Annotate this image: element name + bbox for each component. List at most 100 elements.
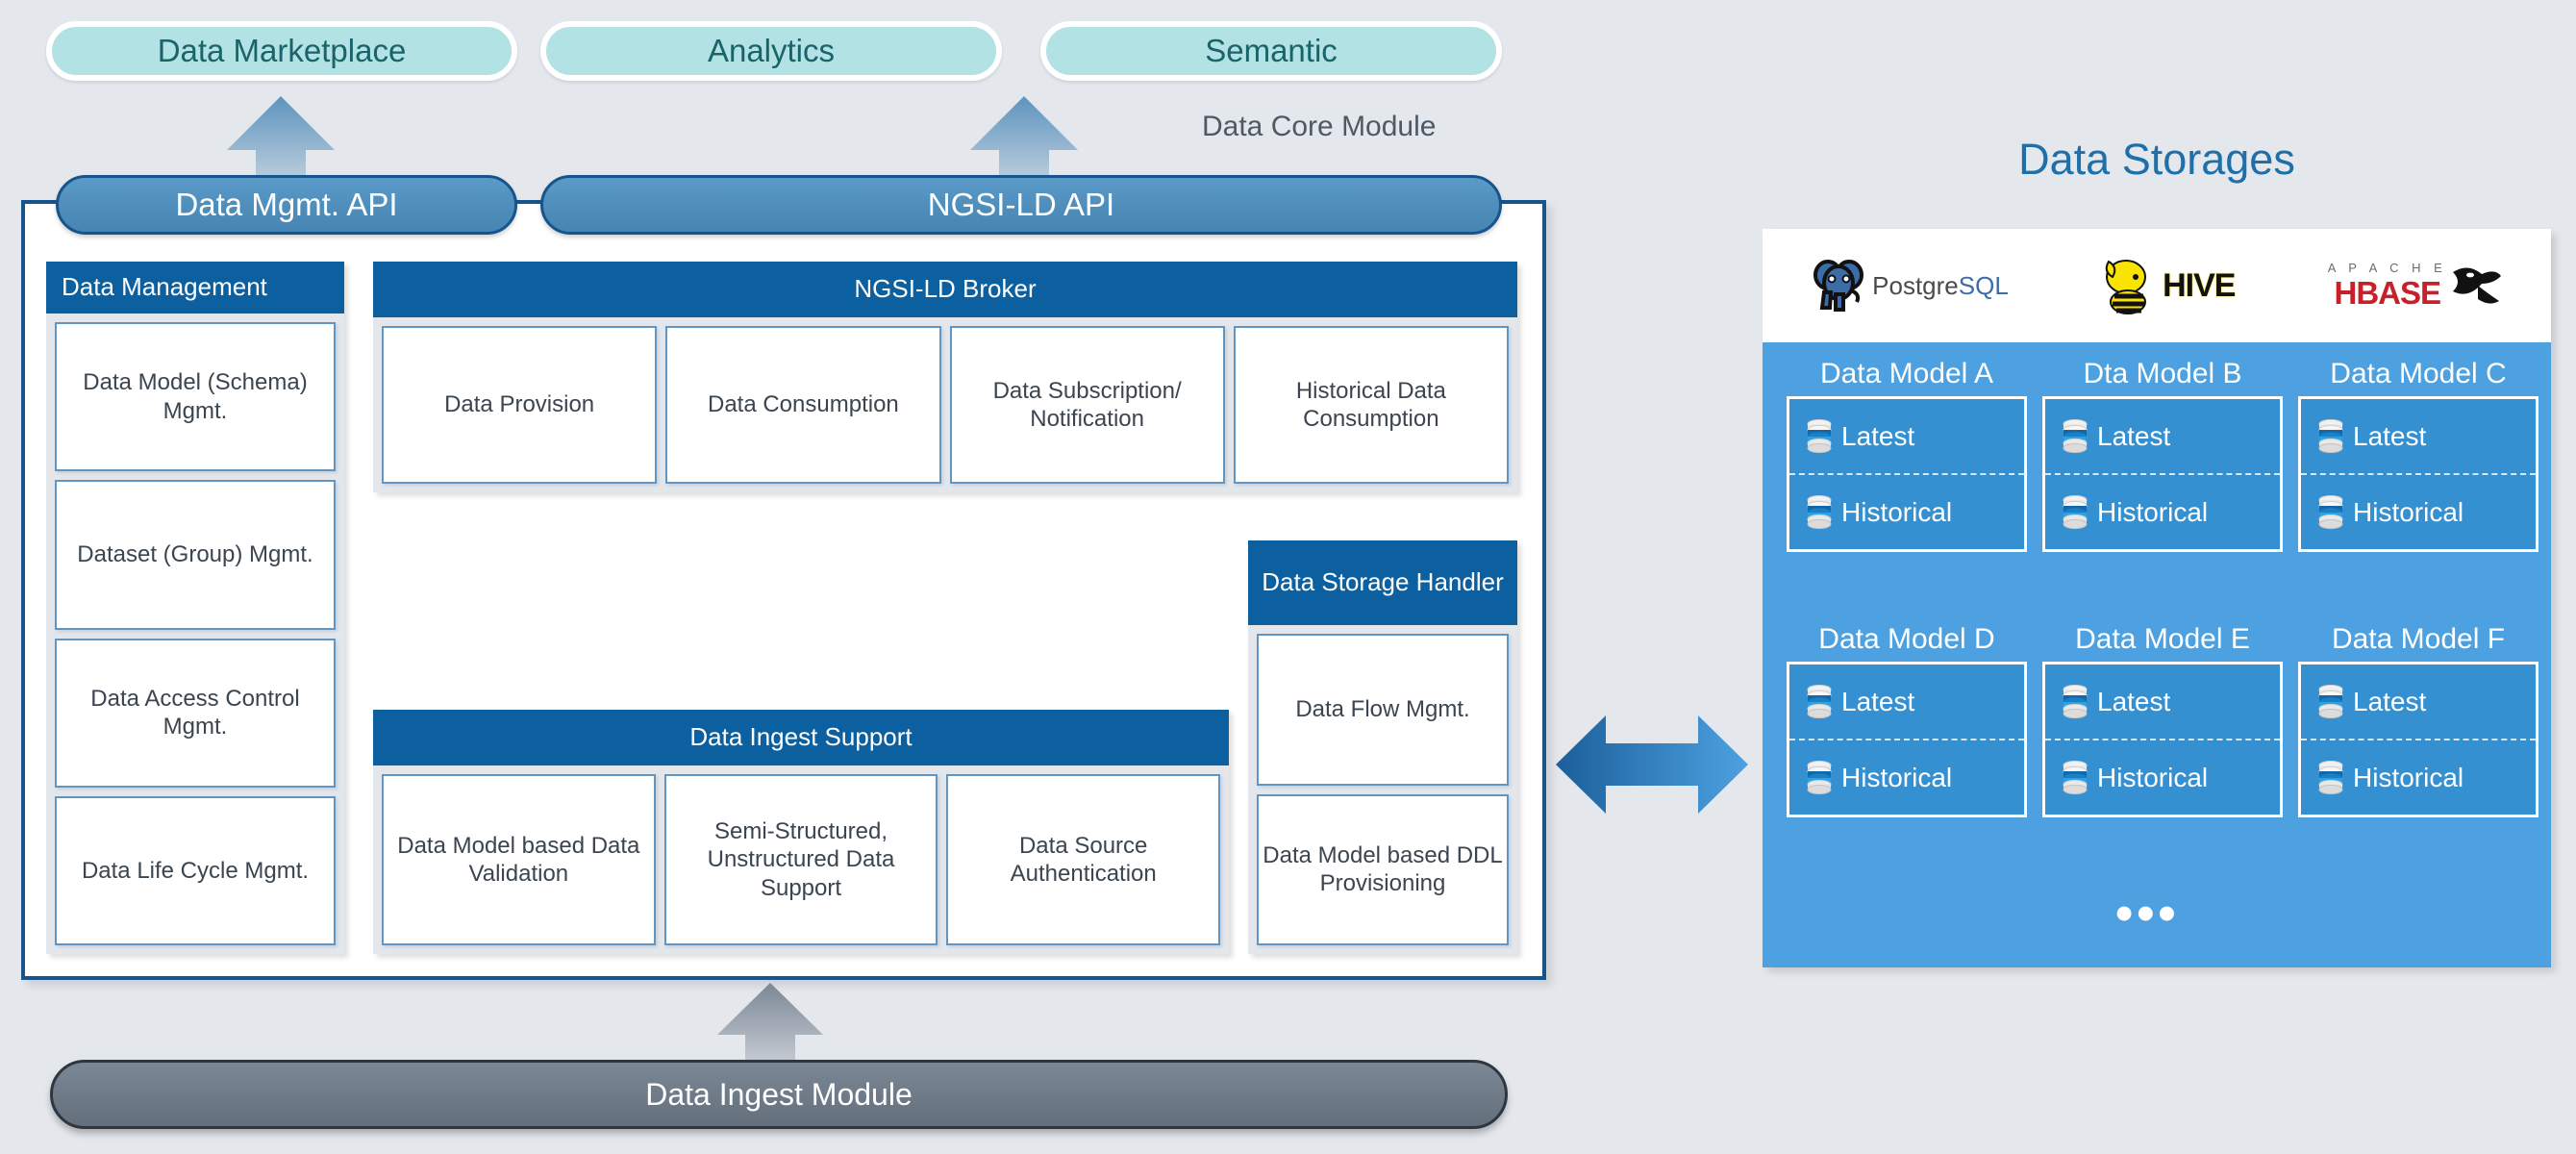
database-cylinder-icon [1807, 684, 1832, 718]
tier-label: Historical [1841, 496, 1953, 527]
data-ingest-support-title: Data Ingest Support [373, 710, 1229, 765]
database-cylinder-icon [2063, 760, 2088, 794]
data-model-box[interactable]: Latest Historical [1787, 662, 2027, 817]
tile-data-model-based-data-validation[interactable]: Data Model based Data Validation [382, 774, 656, 945]
hbase-orca-icon [2452, 267, 2501, 304]
data-model-tier-latest[interactable]: Latest [2301, 399, 2536, 475]
ngsi-ld-broker-body: Data Provision Data Consumption Data Sub… [373, 317, 1517, 492]
tier-label: Historical [1841, 762, 1953, 792]
storage-ellipsis: ••• [2115, 886, 2180, 941]
data-model-tier-latest[interactable]: Latest [2045, 399, 2280, 475]
tier-label: Historical [2097, 762, 2209, 792]
storage-logo-strip: PostgreSQL HIVE A P A C H E HBASE [1763, 229, 2551, 342]
data-model-tier-latest[interactable]: Latest [2045, 665, 2280, 740]
consumer-label: Analytics [707, 33, 836, 68]
data-model-label: Data Model C [2330, 358, 2507, 389]
tile-data-access-control-mgmt[interactable]: Data Access Control Mgmt. [55, 638, 336, 788]
data-model-tier-historical[interactable]: Historical [1789, 475, 2024, 549]
bidirectional-arrow-icon [1556, 715, 1748, 814]
tile-label: Historical Data Consumption [1295, 377, 1446, 432]
postgresql-logo-text: PostgreSQL [1872, 270, 2009, 300]
ngsi-ld-broker-title: NGSI-LD Broker [373, 262, 1517, 317]
data-model-card-a: Data Model A Latest Historical [1787, 358, 2027, 552]
data-ingest-support-group: Data Ingest Support Data Model based Dat… [373, 710, 1229, 954]
tile-data-life-cycle-mgmt[interactable]: Data Life Cycle Mgmt. [55, 795, 336, 945]
consumer-semantic[interactable]: Semantic [1040, 21, 1502, 81]
tile-data-subscription-notification[interactable]: Data Subscription/ Notification [949, 326, 1225, 484]
tier-label: Historical [2097, 496, 2209, 527]
data-model-card-d: Data Model D Latest Historical [1787, 623, 2027, 817]
tile-label: Dataset (Group) Mgmt. [77, 541, 313, 568]
diagram-canvas: Data Marketplace Analytics Semantic Data… [0, 0, 2576, 1154]
data-model-box[interactable]: Latest Historical [2298, 662, 2538, 817]
tile-label: Data Flow Mgmt. [1295, 696, 1470, 723]
data-management-group: Data Management Data Model (Schema) Mgmt… [46, 262, 344, 954]
tile-historical-data-consumption[interactable]: Historical Data Consumption [1233, 326, 1509, 484]
data-storage-handler-group: Data Storage Handler Data Flow Mgmt. Dat… [1248, 540, 1517, 954]
database-cylinder-icon [2318, 684, 2343, 718]
data-model-label: Data Model F [2331, 623, 2506, 655]
data-model-label: Data Model E [2075, 623, 2250, 655]
data-storage-handler-body: Data Flow Mgmt. Data Model based DDL Pro… [1248, 625, 1517, 954]
data-model-tier-historical[interactable]: Historical [2301, 475, 2536, 549]
data-model-tier-historical[interactable]: Historical [2301, 740, 2536, 815]
data-management-title: Data Management [46, 262, 344, 314]
tile-label: Data Access Control Mgmt. [90, 685, 300, 740]
data-model-tier-latest[interactable]: Latest [1789, 399, 2024, 475]
consumer-analytics[interactable]: Analytics [540, 21, 1002, 81]
tile-data-source-authentication[interactable]: Data Source Authentication [946, 774, 1221, 945]
consumer-label: Data Marketplace [157, 33, 407, 68]
data-model-label: Data Model A [1819, 358, 1994, 389]
tile-data-flow-mgmt[interactable]: Data Flow Mgmt. [1257, 634, 1509, 786]
data-ingest-support-body: Data Model based Data Validation Semi-St… [373, 765, 1229, 954]
data-storages-title: Data Storages [2018, 135, 2295, 184]
tile-dataset-group-mgmt[interactable]: Dataset (Group) Mgmt. [55, 480, 336, 630]
postgresql-logo: PostgreSQL [1809, 256, 2009, 315]
data-model-box[interactable]: Latest Historical [2042, 396, 2283, 552]
ngsi-ld-broker-group: NGSI-LD Broker Data Provision Data Consu… [373, 262, 1517, 492]
tile-data-provision[interactable]: Data Provision [382, 326, 658, 484]
tier-label: Historical [2353, 496, 2464, 527]
hive-logo: HIVE [2101, 256, 2236, 315]
data-ingest-module-bar[interactable]: Data Ingest Module [50, 1060, 1508, 1129]
data-mgmt-api-pill[interactable]: Data Mgmt. API [56, 175, 517, 235]
tile-semi-structured-unstructured-data-support[interactable]: Semi-Structured, Unstructured Data Suppo… [663, 774, 938, 945]
data-model-tier-latest[interactable]: Latest [1789, 665, 2024, 740]
database-cylinder-icon [1807, 494, 1832, 529]
hive-bee-icon [2105, 260, 2147, 314]
hbase-logo: A P A C H E HBASE [2328, 261, 2505, 312]
hive-logo-text: HIVE [2163, 266, 2236, 304]
database-cylinder-icon [2063, 418, 2088, 453]
hbase-logo-text: HBASE [2334, 274, 2442, 311]
tier-label: Latest [1841, 420, 1915, 451]
tile-label: Semi-Structured, Unstructured Data Suppo… [707, 818, 895, 901]
tile-data-consumption[interactable]: Data Consumption [665, 326, 941, 484]
data-model-box[interactable]: Latest Historical [2298, 396, 2538, 552]
tier-label: Latest [2097, 420, 2171, 451]
data-management-body: Data Model (Schema) Mgmt. Dataset (Group… [46, 314, 344, 954]
tier-label: Latest [1841, 686, 1915, 716]
tile-label: Data Consumption [707, 391, 899, 418]
tile-data-model-schema-mgmt[interactable]: Data Model (Schema) Mgmt. [55, 322, 336, 472]
data-model-box[interactable]: Latest Historical [1787, 396, 2027, 552]
tile-data-model-based-ddl-provisioning[interactable]: Data Model based DDL Provisioning [1257, 793, 1509, 945]
data-model-tier-historical[interactable]: Historical [2045, 475, 2280, 549]
data-model-tier-historical[interactable]: Historical [1789, 740, 2024, 815]
tier-label: Latest [2353, 420, 2427, 451]
api-label: Data Mgmt. API [175, 187, 398, 222]
data-model-tier-latest[interactable]: Latest [2301, 665, 2536, 740]
database-cylinder-icon [2318, 760, 2343, 794]
consumer-data-marketplace[interactable]: Data Marketplace [46, 21, 517, 81]
tile-label: Data Provision [444, 391, 595, 418]
tile-label: Data Model (Schema) Mgmt. [83, 369, 308, 424]
tile-label: Data Subscription/ Notification [992, 377, 1182, 432]
data-model-tier-historical[interactable]: Historical [2045, 740, 2280, 815]
tile-label: Data Source Authentication [1010, 832, 1157, 887]
data-model-card-b: Dta Model B Latest Historical [2042, 358, 2283, 552]
ngsi-ld-api-pill[interactable]: NGSI-LD API [540, 175, 1502, 235]
data-model-label: Data Model D [1818, 623, 1995, 655]
core-module-label: Data Core Module [1202, 111, 1437, 142]
data-ingest-module-label: Data Ingest Module [645, 1076, 913, 1112]
database-cylinder-icon [1807, 760, 1832, 794]
data-model-box[interactable]: Latest Historical [2042, 662, 2283, 817]
